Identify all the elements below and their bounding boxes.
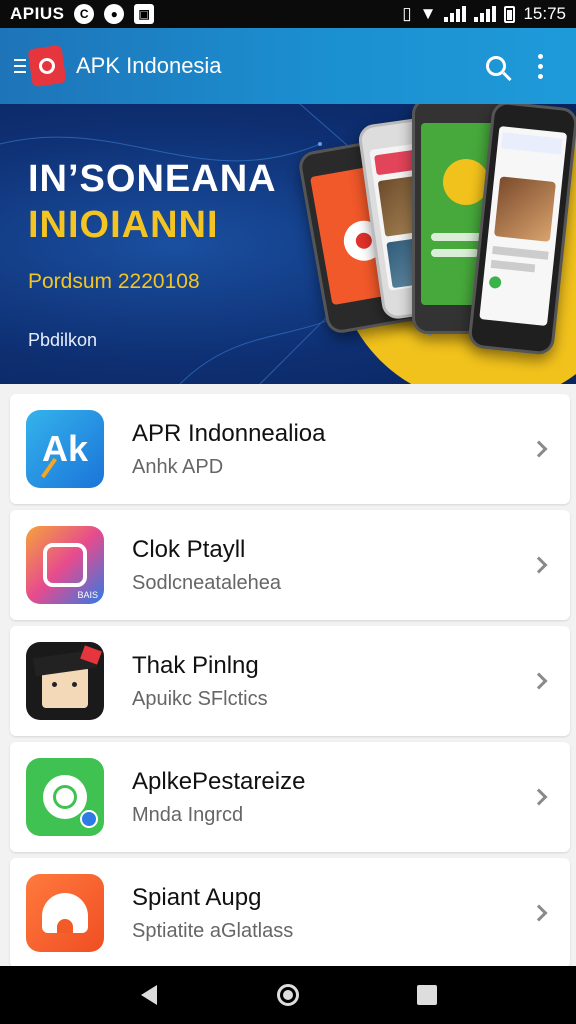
status-right: ▯ ▼ 15:75	[402, 4, 566, 24]
list-item-title: Thak Pinlng	[132, 651, 259, 679]
banner-subtitle: Pordsum 2220108	[28, 270, 200, 293]
app-icon-apk: Ak	[26, 410, 104, 488]
list-item-subtitle: Sptiatite aGlatlass	[132, 919, 294, 942]
list-item-text: APR Indonnealioa Anhk APD	[132, 420, 524, 479]
list-item[interactable]: Ak APR Indonnealioa Anhk APD	[10, 394, 570, 504]
vibrate-icon: ▯	[402, 4, 412, 23]
list-item-title: Spiant Aupg	[132, 883, 262, 911]
system-nav-bar	[0, 966, 576, 1024]
logo-icon	[27, 44, 67, 88]
banner-headline-1: IN’SONEANA	[28, 158, 277, 200]
chevron-right-icon	[524, 434, 554, 464]
back-icon	[141, 985, 158, 1005]
app-icon-chat	[26, 758, 104, 836]
recents-button[interactable]	[405, 973, 449, 1017]
circle-c-icon: C	[74, 4, 95, 24]
list-item-text: AplkePestareize Mnda Ingrcd	[132, 768, 524, 827]
more-vert-icon	[537, 53, 543, 79]
menu-icon[interactable]	[14, 59, 26, 73]
home-button[interactable]	[266, 973, 310, 1017]
list-item-subtitle: Mnda Ingrcd	[132, 803, 244, 826]
banner-caption: Pbdilkon	[28, 330, 98, 350]
banner-headline-2: INIOIANNI	[28, 204, 219, 246]
square-icon: ▣	[134, 4, 155, 24]
list-item-subtitle: Apuikc SFlctics	[132, 687, 268, 710]
list-item[interactable]: BAIS Clok Ptayll Sodlcneatalehea	[10, 510, 570, 620]
status-left: APIUS C ● ▣	[10, 4, 155, 24]
list-item[interactable]: Thak Pinlng Apuikc SFlctics	[10, 626, 570, 736]
list-item-title: Clok Ptayll	[132, 535, 246, 563]
circle-icon: ●	[104, 4, 125, 24]
app-logo[interactable]	[14, 43, 67, 89]
list-item-title: APR Indonnealioa	[132, 419, 326, 447]
list-item-text: Spiant Aupg Sptiatite aGlatlass	[132, 884, 524, 943]
search-button[interactable]	[474, 44, 518, 88]
clock: 15:75	[523, 4, 566, 23]
list-item[interactable]: Spiant Aupg Sptiatite aGlatlass	[10, 858, 570, 968]
chevron-right-icon	[524, 666, 554, 696]
chevron-right-icon	[524, 898, 554, 928]
list-item-text: Clok Ptayll Sodlcneatalehea	[132, 536, 524, 595]
list-item-subtitle: Anhk APD	[132, 455, 224, 478]
app-icon-clock: BAIS	[26, 526, 104, 604]
app-title: APK Indonesia	[76, 53, 222, 78]
list-item-subtitle: Sodlcneatalehea	[132, 571, 282, 594]
promo-banner[interactable]: IN’SONEANA INIOIANNI Pordsum 2220108 Pbd…	[0, 104, 576, 384]
search-icon	[486, 56, 506, 76]
signal-icon-2	[474, 6, 497, 22]
app-bar: APK Indonesia	[0, 28, 576, 104]
home-icon	[276, 984, 299, 1006]
more-options-button[interactable]	[518, 44, 562, 88]
app-icon-spiant	[26, 874, 104, 952]
recents-icon	[416, 985, 437, 1005]
back-button[interactable]	[127, 973, 171, 1017]
list-item-text: Thak Pinlng Apuikc SFlctics	[132, 652, 524, 711]
app-icon-thak	[26, 642, 104, 720]
list-item[interactable]: AplkePestareize Mnda Ingrcd	[10, 742, 570, 852]
app-icon-corner-label: BAIS	[77, 590, 98, 600]
status-bar: APIUS C ● ▣ ▯ ▼ 15:75	[0, 0, 576, 28]
signal-icon	[444, 6, 467, 22]
list-item-title: AplkePestareize	[132, 767, 306, 795]
chevron-right-icon	[524, 550, 554, 580]
carrier-label: APIUS	[10, 4, 65, 23]
wifi-icon: ▼	[419, 4, 437, 23]
chevron-right-icon	[524, 782, 554, 812]
battery-icon	[504, 5, 516, 23]
